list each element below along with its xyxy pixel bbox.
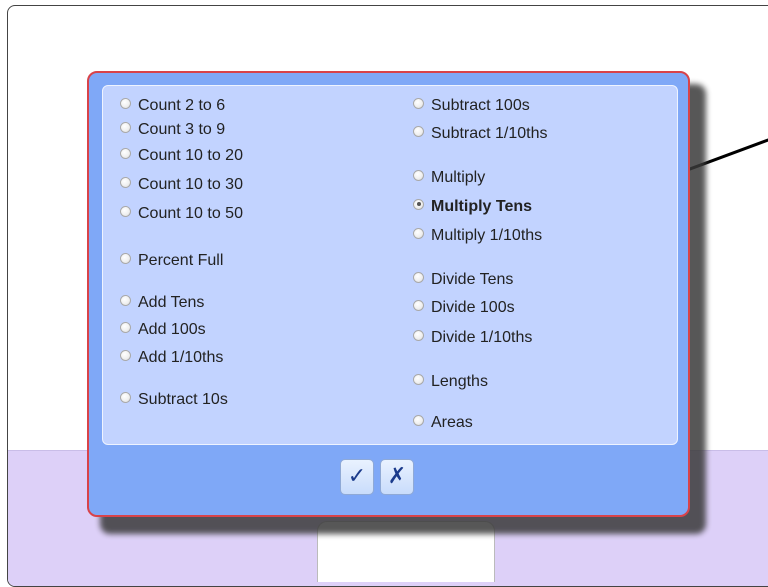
option-label: Multiply xyxy=(431,169,486,186)
radio-button[interactable] xyxy=(120,205,131,217)
option-label: Count 10 to 20 xyxy=(138,147,243,164)
option-label: Divide Tens xyxy=(431,271,514,288)
radio-button[interactable] xyxy=(413,125,424,137)
option-count-10-to-30[interactable]: Count 10 to 30 xyxy=(120,176,243,194)
confirm-button[interactable]: ✓ xyxy=(340,459,374,495)
option-subtract-100s[interactable]: Subtract 100s xyxy=(413,97,530,115)
checkmark-icon: ✓ xyxy=(347,464,367,489)
option-label: Count 10 to 50 xyxy=(138,205,243,222)
option-label: Count 3 to 9 xyxy=(138,121,226,138)
radio-button[interactable] xyxy=(413,373,424,385)
option-label: Count 2 to 6 xyxy=(138,97,226,114)
option-percent-full[interactable]: Percent Full xyxy=(120,252,223,270)
option-divide-1-10ths[interactable]: Divide 1/10ths xyxy=(413,329,532,347)
option-label: Areas xyxy=(431,414,473,431)
option-divide-tens[interactable]: Divide Tens xyxy=(413,271,513,289)
radio-button[interactable] xyxy=(120,121,131,133)
option-label: Add 100s xyxy=(138,321,206,338)
option-count-3-to-9[interactable]: Count 3 to 9 xyxy=(120,121,225,139)
option-label: Add Tens xyxy=(138,294,205,311)
radio-button[interactable] xyxy=(120,147,131,159)
radio-button[interactable] xyxy=(120,349,131,361)
option-label: Subtract 100s xyxy=(431,97,530,114)
option-label: Multiply Tens xyxy=(431,198,533,215)
option-count-10-to-50[interactable]: Count 10 to 50 xyxy=(120,205,243,223)
option-lengths[interactable]: Lengths xyxy=(413,373,488,391)
option-add-tens[interactable]: Add Tens xyxy=(120,294,204,312)
option-areas[interactable]: Areas xyxy=(413,414,473,432)
option-divide-100s[interactable]: Divide 100s xyxy=(413,299,515,317)
radio-button[interactable] xyxy=(120,252,131,264)
option-label: Divide 1/10ths xyxy=(431,329,533,346)
options-panel: Count 2 to 6 Count 3 to 9 Count 10 to 20… xyxy=(102,85,678,445)
option-label: Percent Full xyxy=(138,252,224,269)
radio-button[interactable] xyxy=(413,414,424,426)
option-subtract-10s[interactable]: Subtract 10s xyxy=(120,391,228,409)
option-count-2-to-6[interactable]: Count 2 to 6 xyxy=(120,97,225,115)
radio-button[interactable] xyxy=(120,391,131,403)
option-multiply-tens[interactable]: Multiply Tens xyxy=(413,198,532,216)
radio-button[interactable] xyxy=(120,294,131,306)
radio-button[interactable] xyxy=(120,97,131,109)
option-add-1-10ths[interactable]: Add 1/10ths xyxy=(120,349,223,367)
radio-button[interactable] xyxy=(413,271,424,283)
radio-button[interactable] xyxy=(413,227,424,239)
option-dialog: Count 2 to 6 Count 3 to 9 Count 10 to 20… xyxy=(87,71,690,517)
radio-button[interactable] xyxy=(413,329,424,341)
radio-button-checked[interactable] xyxy=(413,198,424,210)
cancel-button[interactable]: ✗ xyxy=(380,459,414,495)
option-label: Subtract 1/10ths xyxy=(431,125,548,142)
option-multiply[interactable]: Multiply xyxy=(413,169,485,187)
option-label: Subtract 10s xyxy=(138,391,228,408)
x-icon: ✗ xyxy=(387,464,407,489)
radio-button[interactable] xyxy=(120,176,131,188)
option-multiply-1-10ths[interactable]: Multiply 1/10ths xyxy=(413,227,542,245)
radio-button[interactable] xyxy=(413,169,424,181)
option-label: Divide 100s xyxy=(431,299,515,316)
radio-button[interactable] xyxy=(120,321,131,333)
option-label: Lengths xyxy=(431,373,488,390)
radio-button[interactable] xyxy=(413,299,424,311)
option-add-100s[interactable]: Add 100s xyxy=(120,321,206,339)
option-count-10-to-20[interactable]: Count 10 to 20 xyxy=(120,147,243,165)
option-label: Multiply 1/10ths xyxy=(431,227,543,244)
option-label: Count 10 to 30 xyxy=(138,176,243,193)
option-subtract-1-10ths[interactable]: Subtract 1/10ths xyxy=(413,125,548,143)
option-label: Add 1/10ths xyxy=(138,349,224,366)
radio-button[interactable] xyxy=(413,97,424,109)
